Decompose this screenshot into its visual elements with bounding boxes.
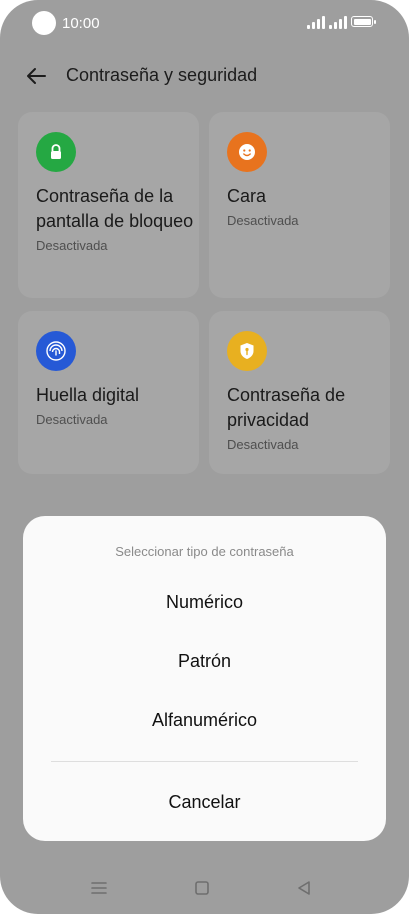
divider [51,761,358,762]
camera-cutout [32,11,56,35]
lock-icon [36,132,76,172]
card-title: Contraseña de privacidad Desactivada [227,383,387,454]
status-bar: 10:00 [0,0,409,46]
password-type-sheet: Seleccionar tipo de contraseña Numérico … [23,516,386,841]
sheet-title: Seleccionar tipo de contraseña [115,544,294,559]
signal-icon [307,16,325,29]
card-privacy-password[interactable]: Contraseña de privacidad Desactivada [209,311,390,474]
status-time: 10:00 [62,15,100,32]
card-title: Cara Desactivada [227,184,387,230]
option-pattern[interactable]: Patrón [23,651,386,672]
card-title: Huella digital Desactivada [36,383,196,429]
cancel-button[interactable]: Cancelar [23,792,386,813]
card-status: Desactivada [36,412,108,427]
card-title: Contraseña de la pantalla de bloqueo Des… [36,184,196,255]
navigation-bar [0,866,409,910]
menu-icon[interactable] [89,878,109,898]
card-fingerprint[interactable]: Huella digital Desactivada [18,311,199,474]
option-numeric[interactable]: Numérico [23,592,386,613]
app-bar: Contraseña y seguridad [0,56,409,96]
back-icon[interactable] [294,878,314,898]
card-status: Desactivada [36,238,108,253]
card-status: Desactivada [227,213,299,228]
page-title: Contraseña y seguridad [66,65,258,85]
option-alphanumeric[interactable]: Alfanumérico [23,710,386,731]
face-icon [227,132,267,172]
privacy-shield-icon [227,331,267,371]
card-face[interactable]: Cara Desactivada [209,112,390,298]
home-icon[interactable] [192,878,212,898]
card-status: Desactivada [227,437,299,452]
fingerprint-icon [36,331,76,371]
card-lock-screen-password[interactable]: Contraseña de la pantalla de bloqueo Des… [18,112,199,298]
phone-screen: 10:00 Contraseña y seguridad Contraseña … [0,0,409,914]
back-arrow-icon[interactable] [24,64,48,88]
signal-2-icon [329,16,347,29]
battery-icon [351,16,376,27]
